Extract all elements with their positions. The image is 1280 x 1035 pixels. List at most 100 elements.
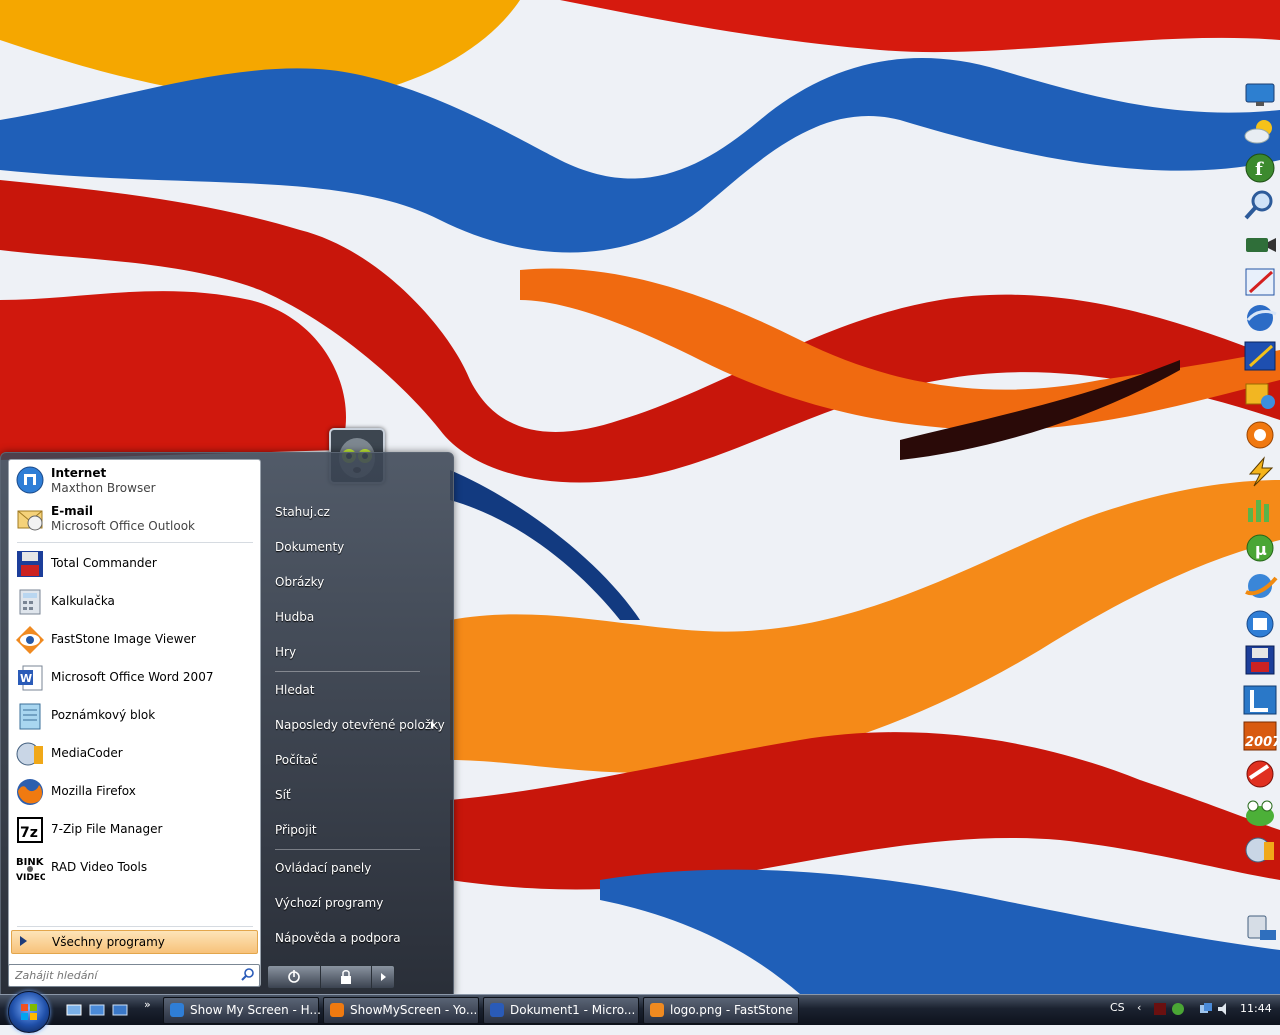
right-item-pripojit[interactable]: Připojit (263, 815, 449, 845)
media-player-icon[interactable] (1242, 418, 1278, 450)
program-faststone[interactable]: FastStone Image Viewer (11, 622, 257, 658)
equalizer-icon[interactable] (1242, 494, 1278, 526)
all-programs-label: Všechny programy (52, 935, 165, 949)
right-item-dokumenty[interactable]: Dokumenty (263, 532, 449, 562)
start-menu-left-pane: Internet Maxthon Browser E-mail Microsof… (8, 459, 261, 987)
tray-utorrent-icon[interactable] (1171, 1002, 1185, 1016)
right-item-vychozi-programy[interactable]: Výchozí programy (263, 888, 449, 918)
monitor-icon[interactable] (1242, 78, 1278, 110)
explorer-icon[interactable] (112, 1003, 128, 1017)
task-button[interactable]: logo.png - FastStone (643, 997, 799, 1024)
all-programs-button[interactable]: Všechny programy (11, 930, 258, 954)
task-button[interactable]: Dokument1 - Micro... (483, 997, 639, 1024)
right-item-sit[interactable]: Síť (263, 780, 449, 810)
browser-globe-icon[interactable] (1242, 302, 1278, 334)
start-search-input[interactable] (13, 967, 237, 984)
word-icon: W (15, 663, 45, 693)
mediacoder-icon (15, 739, 45, 769)
program-kalkulacka[interactable]: Kalkulačka (11, 584, 257, 620)
shutdown-options-button[interactable] (371, 965, 395, 989)
frog-icon[interactable] (1242, 796, 1278, 828)
separator (275, 849, 420, 850)
network-status-icon[interactable] (1199, 1002, 1213, 1016)
right-item-pocitac[interactable]: Počítač (263, 745, 449, 775)
start-menu-right-pane: Stahuj.cz Dokumenty Obrázky Hudba Hry Hl… (263, 453, 451, 995)
program-total-commander[interactable]: Total Commander (11, 546, 257, 582)
ccleaner-icon[interactable] (1242, 758, 1278, 790)
right-item-label: Ovládací panely (275, 861, 372, 875)
right-item-label: Nápověda a podpora (275, 931, 401, 945)
program-notepad[interactable]: Poznámkový blok (11, 698, 257, 734)
task-label: Show My Screen - H... (190, 1003, 321, 1017)
right-item-hudba[interactable]: Hudba (263, 602, 449, 632)
firefox-icon (330, 1003, 344, 1017)
program-firefox[interactable]: Mozilla Firefox (11, 774, 257, 810)
right-item-recent[interactable]: Naposledy otevřené položky (263, 710, 449, 740)
svg-text:W: W (20, 672, 32, 685)
right-item-obrazky[interactable]: Obrázky (263, 567, 449, 597)
task-button[interactable]: ShowMyScreen - Yo... (323, 997, 479, 1024)
feed-icon[interactable]: f (1242, 152, 1278, 184)
mediacoder-icon[interactable] (1242, 834, 1278, 866)
lock-button[interactable] (320, 965, 372, 989)
right-item-label: Počítač (275, 753, 318, 767)
pinned-subtitle: Maxthon Browser (51, 481, 156, 495)
maxthon-icon (170, 1003, 184, 1017)
magnifier-icon[interactable] (1242, 188, 1278, 220)
svg-text:2007: 2007 (1245, 735, 1278, 750)
editor-icon[interactable] (1242, 340, 1278, 372)
office-2007-icon[interactable]: 2007 (1242, 720, 1280, 752)
floppy-disk-icon[interactable] (1242, 644, 1278, 676)
program-label: FastStone Image Viewer (51, 632, 196, 646)
program-label: Kalkulačka (51, 594, 115, 608)
network-icon[interactable] (1242, 912, 1278, 944)
launcher-icon[interactable] (1242, 684, 1278, 716)
bink-video-icon: BINK VIDEO (15, 853, 48, 883)
search-icon[interactable] (241, 968, 254, 981)
quick-launch-more[interactable]: » (144, 998, 151, 1011)
taskbar: » Show My Screen - H... ShowMyScreen - Y… (0, 991, 1280, 1033)
right-item-ovladaci-panely[interactable]: Ovládací panely (263, 853, 449, 883)
right-item-label: Síť (275, 788, 291, 802)
right-item-label: Obrázky (275, 575, 325, 589)
right-item-hledat[interactable]: Hledat (263, 675, 449, 705)
right-item-stahuj[interactable]: Stahuj.cz (263, 497, 449, 527)
photo-gallery-icon[interactable] (1242, 380, 1278, 412)
7zip-icon: 7z (15, 815, 45, 845)
maxthon-icon (15, 465, 45, 495)
messenger-icon[interactable] (1242, 570, 1278, 602)
task-label: ShowMyScreen - Yo... (350, 1003, 478, 1017)
task-button[interactable]: Show My Screen - H... (163, 997, 321, 1024)
switch-windows-icon[interactable] (89, 1003, 105, 1017)
calculator-icon (15, 587, 45, 617)
tray-expand-icon[interactable]: ‹ (1137, 1001, 1141, 1014)
volume-icon[interactable] (1217, 1002, 1231, 1016)
svg-text:f: f (1255, 159, 1264, 180)
weather-icon[interactable] (1242, 116, 1278, 148)
right-item-hry[interactable]: Hry (263, 637, 449, 667)
clock[interactable]: 11:44 (1240, 1002, 1272, 1015)
program-7zip[interactable]: 7z 7-Zip File Manager (11, 812, 257, 848)
program-word-2007[interactable]: W Microsoft Office Word 2007 (11, 660, 257, 696)
program-mediacoder[interactable]: MediaCoder (11, 736, 257, 772)
program-label: MediaCoder (51, 746, 123, 760)
pinned-email[interactable]: E-mail Microsoft Office Outlook (11, 500, 257, 536)
start-search-box[interactable] (8, 964, 260, 987)
language-indicator[interactable]: CS (1110, 1001, 1125, 1014)
camera-icon[interactable] (1242, 228, 1278, 260)
right-item-label: Výchozí programy (275, 896, 384, 910)
start-button[interactable] (8, 991, 50, 1033)
power-button[interactable] (267, 965, 321, 989)
right-item-napoveda[interactable]: Nápověda a podpora (263, 923, 449, 953)
program-rad-video-tools[interactable]: BINK VIDEO RAD Video Tools (11, 850, 257, 886)
pinned-internet[interactable]: Internet Maxthon Browser (11, 462, 257, 498)
maxthon-icon[interactable] (1242, 608, 1278, 640)
utorrent-icon[interactable]: µ (1242, 532, 1278, 564)
paint-icon[interactable] (1242, 266, 1278, 298)
lock-icon (341, 970, 351, 984)
task-label: logo.png - FastStone (670, 1003, 793, 1017)
winamp-icon[interactable] (1242, 456, 1278, 488)
start-menu: Internet Maxthon Browser E-mail Microsof… (0, 452, 454, 996)
tray-app-icon[interactable] (1153, 1002, 1167, 1016)
show-desktop-icon[interactable] (66, 1003, 82, 1017)
